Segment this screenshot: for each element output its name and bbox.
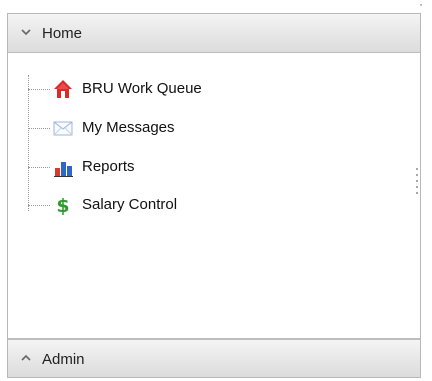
accordion-header-label: Admin — [42, 351, 85, 368]
dollar-icon: $ — [56, 195, 69, 216]
tree-item-my-messages[interactable]: My Messages — [28, 116, 328, 140]
home-tree-panel: BRU Work Queue My Messages Reports $ Sal… — [8, 53, 420, 336]
navigation-accordion: Home BRU Work Queue My Messages Reports … — [7, 13, 421, 378]
resize-handle-icon[interactable] — [414, 165, 420, 205]
house-icon — [54, 80, 72, 98]
tree-connector — [28, 205, 50, 206]
chevron-down-icon — [21, 29, 31, 36]
tree-item-label: My Messages — [82, 119, 175, 136]
tree-item-label: Reports — [82, 158, 135, 175]
bar-chart-icon — [54, 162, 73, 177]
tree-item-label: BRU Work Queue — [82, 80, 202, 97]
accordion-header-admin[interactable]: Admin — [8, 338, 420, 377]
accordion-header-label: Home — [42, 25, 83, 42]
tree-connector — [28, 89, 50, 90]
envelope-icon — [53, 121, 73, 136]
tree-item-label: Salary Control — [82, 196, 178, 213]
tree-item-reports[interactable]: Reports — [28, 155, 328, 179]
accordion-header-home[interactable]: Home — [8, 14, 420, 53]
tree-connector — [28, 167, 50, 168]
tree-item-salary-control[interactable]: $ Salary Control — [28, 193, 328, 217]
top-strip: · — [0, 0, 432, 10]
tree-item-bru-work-queue[interactable]: BRU Work Queue — [28, 77, 328, 101]
top-strip-fragment: · — [419, 0, 424, 10]
tree-connector — [28, 128, 50, 129]
svg-text:$: $ — [56, 195, 69, 216]
chevron-up-icon — [21, 354, 31, 361]
